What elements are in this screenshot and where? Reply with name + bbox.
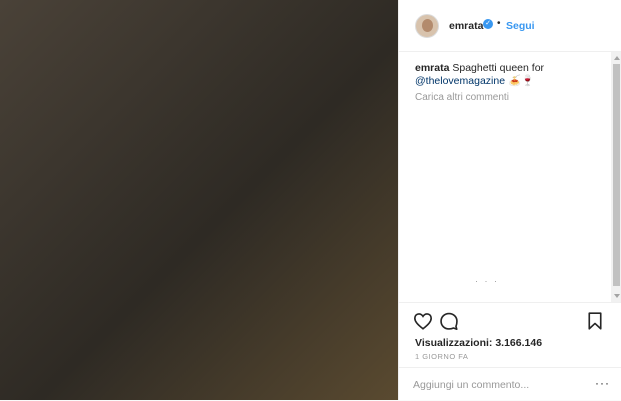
- instagram-post: emrata ✓ • Segui emrata Spaghetti queen …: [0, 0, 621, 400]
- post-header: emrata ✓ • Segui: [399, 0, 621, 52]
- scroll-down-arrow-icon[interactable]: [614, 294, 620, 298]
- scrollbar-thumb[interactable]: [613, 64, 620, 286]
- post-username[interactable]: emrata: [449, 20, 483, 32]
- heart-icon[interactable]: [413, 312, 433, 330]
- caption-mention[interactable]: @thelovemagazine: [415, 75, 505, 87]
- view-count: Visualizzazioni: 3.166.146: [415, 337, 543, 349]
- post-timestamp[interactable]: 1 GIORNO FA: [415, 352, 468, 361]
- add-comment-bar: ···: [399, 367, 621, 401]
- scroll-up-arrow-icon[interactable]: [614, 56, 620, 60]
- verified-badge-icon: ✓: [483, 19, 493, 29]
- add-comment-input[interactable]: [413, 377, 583, 393]
- bookmark-icon[interactable]: [587, 312, 603, 330]
- loading-indicator: · · ·: [475, 276, 499, 286]
- avatar[interactable]: [415, 14, 439, 38]
- caption-emoji: 🍝🍷: [507, 75, 535, 87]
- follow-button[interactable]: Segui: [506, 20, 535, 32]
- avatar-face: [422, 19, 433, 32]
- post-side-panel: emrata ✓ • Segui emrata Spaghetti queen …: [398, 0, 621, 400]
- post-media[interactable]: [0, 0, 398, 400]
- caption-username[interactable]: emrata: [415, 62, 449, 74]
- comment-bubble-icon[interactable]: [439, 312, 459, 330]
- more-options-icon[interactable]: ···: [595, 376, 610, 390]
- post-actions: Visualizzazioni: 3.166.146 1 GIORNO FA ·…: [399, 302, 621, 400]
- load-more-comments-link[interactable]: Carica altri commenti: [415, 92, 509, 103]
- media-placeholder: [0, 0, 398, 400]
- comments-section: emrata Spaghetti queen for @thelovemagaz…: [399, 52, 621, 302]
- caption-text: Spaghetti queen for: [452, 62, 545, 74]
- comments-scrollbar[interactable]: [611, 52, 621, 302]
- separator-dot: •: [497, 18, 501, 29]
- post-caption: emrata Spaghetti queen for @thelovemagaz…: [415, 62, 605, 88]
